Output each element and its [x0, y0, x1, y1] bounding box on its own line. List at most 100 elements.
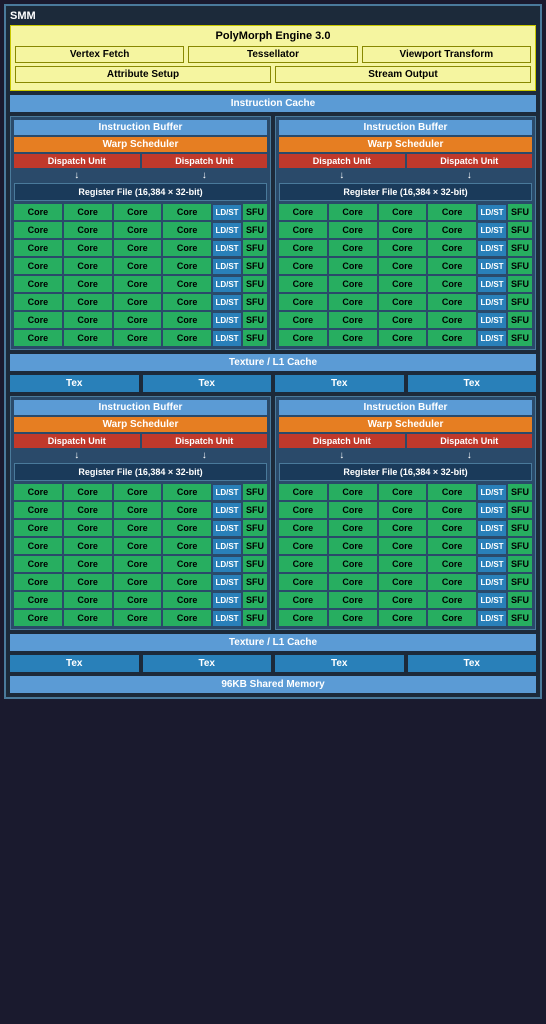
ldst: LD/ST: [478, 331, 506, 346]
dispatch-unit-tr-2: Dispatch Unit: [407, 154, 533, 168]
core-row: Core Core Core Core LD/ST SFU: [279, 592, 532, 608]
core-grid-top-right: Core Core Core Core LD/ST SFU Core Core …: [279, 204, 532, 346]
shared-memory: 96KB Shared Memory: [10, 676, 536, 693]
core-row: Core Core Core Core LD/ST SFU: [14, 592, 267, 608]
core-row: Core Core Core Core LD/ST SFU: [14, 294, 267, 310]
core: Core: [329, 312, 377, 328]
sfu: SFU: [243, 556, 267, 572]
core: Core: [329, 222, 377, 238]
pm-row-1: Vertex Fetch Tessellator Viewport Transf…: [15, 46, 531, 63]
core: Core: [64, 330, 112, 346]
sfu: SFU: [243, 312, 267, 328]
reg-file-bottom-right: Register File (16,384 × 32-bit): [279, 463, 532, 481]
sm-top-right: Instruction Buffer Warp Scheduler Dispat…: [275, 116, 536, 350]
core: Core: [64, 312, 112, 328]
ldst: LD/ST: [213, 485, 241, 500]
sfu: SFU: [243, 294, 267, 310]
arrow-row-bottom-right: ↓ ↓: [279, 450, 532, 461]
core-row: Core Core Core Core LD/ST SFU: [279, 502, 532, 518]
core: Core: [329, 294, 377, 310]
core: Core: [279, 258, 327, 274]
core: Core: [279, 484, 327, 500]
core: Core: [329, 330, 377, 346]
ldst: LD/ST: [478, 593, 506, 608]
dispatch-unit-bl-1: Dispatch Unit: [14, 434, 140, 448]
core-row: Core Core Core Core LD/ST SFU: [14, 556, 267, 572]
core: Core: [279, 592, 327, 608]
core: Core: [64, 556, 112, 572]
sfu: SFU: [508, 502, 532, 518]
core-row: Core Core Core Core LD/ST SFU: [279, 204, 532, 220]
tex-bottom-1: Tex: [10, 655, 139, 672]
ldst: LD/ST: [213, 313, 241, 328]
ws-top-left: Warp Scheduler: [14, 137, 267, 152]
core-row: Core Core Core Core LD/ST SFU: [279, 276, 532, 292]
core: Core: [114, 312, 162, 328]
ldst: LD/ST: [478, 611, 506, 626]
tex-bottom-2: Tex: [143, 655, 272, 672]
core-row: Core Core Core Core LD/ST SFU: [14, 484, 267, 500]
core: Core: [14, 312, 62, 328]
core: Core: [114, 520, 162, 536]
core: Core: [14, 222, 62, 238]
core-grid-top-left: Core Core Core Core LD/ST SFU Core Core …: [14, 204, 267, 346]
core: Core: [329, 520, 377, 536]
tex-row-top: Tex Tex Tex Tex: [10, 375, 536, 392]
core: Core: [14, 258, 62, 274]
core: Core: [64, 204, 112, 220]
ib-top-left: Instruction Buffer: [14, 120, 267, 135]
ldst: LD/ST: [478, 241, 506, 256]
core: Core: [64, 520, 112, 536]
core: Core: [114, 276, 162, 292]
dispatch-unit-br-1: Dispatch Unit: [279, 434, 405, 448]
ib-bottom-left: Instruction Buffer: [14, 400, 267, 415]
sfu: SFU: [508, 330, 532, 346]
ldst: LD/ST: [213, 575, 241, 590]
core: Core: [64, 240, 112, 256]
tex-bottom-3: Tex: [275, 655, 404, 672]
stream-output: Stream Output: [275, 66, 531, 83]
core: Core: [428, 484, 476, 500]
core: Core: [14, 538, 62, 554]
core: Core: [163, 592, 211, 608]
core: Core: [379, 330, 427, 346]
sm-bottom-columns: Instruction Buffer Warp Scheduler Dispat…: [10, 396, 536, 630]
sfu: SFU: [243, 204, 267, 220]
core: Core: [64, 276, 112, 292]
core-row: Core Core Core Core LD/ST SFU: [279, 574, 532, 590]
core: Core: [329, 592, 377, 608]
core: Core: [114, 556, 162, 572]
tex-top-2: Tex: [143, 375, 272, 392]
sfu: SFU: [508, 294, 532, 310]
core: Core: [163, 258, 211, 274]
dispatch-row-top-right: Dispatch Unit Dispatch Unit: [279, 154, 532, 168]
core-row: Core Core Core Core LD/ST SFU: [279, 222, 532, 238]
ws-top-right: Warp Scheduler: [279, 137, 532, 152]
core-grid-bottom-left: Core Core Core Core LD/ST SFU Core Core …: [14, 484, 267, 626]
smm-container: SMM PolyMorph Engine 3.0 Vertex Fetch Te…: [4, 4, 542, 699]
sfu: SFU: [243, 538, 267, 554]
core: Core: [14, 556, 62, 572]
dispatch-unit-bl-2: Dispatch Unit: [142, 434, 268, 448]
core: Core: [279, 204, 327, 220]
sfu: SFU: [508, 276, 532, 292]
core: Core: [163, 294, 211, 310]
core: Core: [329, 204, 377, 220]
core: Core: [379, 538, 427, 554]
core: Core: [114, 610, 162, 626]
core: Core: [329, 556, 377, 572]
core-row: Core Core Core Core LD/ST SFU: [14, 312, 267, 328]
core: Core: [114, 222, 162, 238]
core: Core: [279, 312, 327, 328]
ldst: LD/ST: [478, 485, 506, 500]
core: Core: [329, 502, 377, 518]
tex-top-3: Tex: [275, 375, 404, 392]
core: Core: [428, 204, 476, 220]
core-row: Core Core Core Core LD/ST SFU: [14, 276, 267, 292]
core: Core: [64, 574, 112, 590]
core: Core: [329, 276, 377, 292]
core: Core: [14, 610, 62, 626]
sfu: SFU: [508, 610, 532, 626]
core: Core: [163, 204, 211, 220]
dispatch-unit-tr-1: Dispatch Unit: [279, 154, 405, 168]
